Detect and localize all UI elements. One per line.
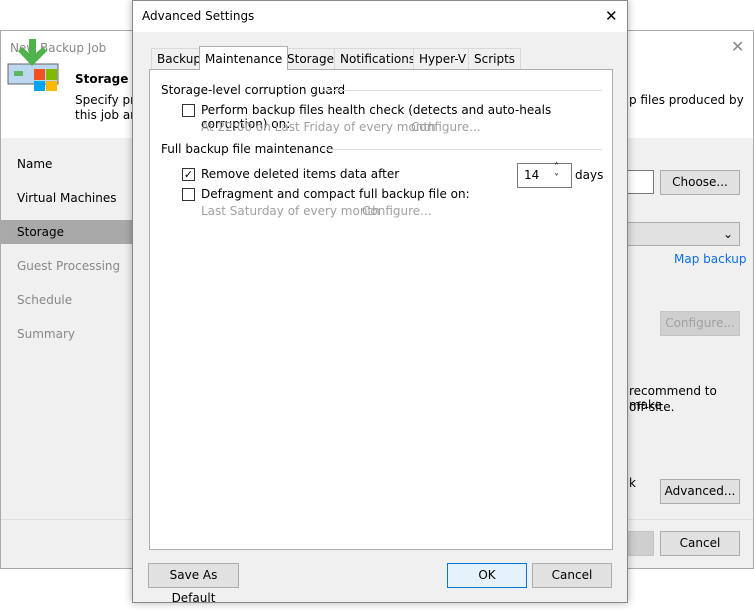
advanced-settings-dialog: Advanced Settings ✕ Backup Maintenance S… (132, 0, 628, 605)
days-label: days (575, 168, 604, 182)
chevron-down-icon[interactable]: ⌄ (621, 222, 740, 246)
chevron-up-icon[interactable]: ˄ (554, 162, 559, 173)
tab-maintenance[interactable]: Maintenance (199, 46, 289, 70)
nav-schedule[interactable]: Schedule (1, 288, 132, 312)
nav-storage[interactable]: Storage (1, 220, 132, 244)
storage-icon (7, 39, 59, 91)
step-description-right: p files produced by (629, 93, 744, 107)
chevron-down-icon[interactable]: ˅ (554, 173, 559, 184)
cancel-button[interactable]: Cancel (660, 531, 740, 556)
save-as-default-button[interactable]: Save As Default (148, 563, 239, 605)
defrag-configure-link[interactable]: Configure... (362, 204, 432, 218)
tab-notifications[interactable]: Notifications (334, 48, 422, 69)
close-icon[interactable]: ✕ (731, 37, 744, 56)
remove-deleted-label[interactable]: Remove deleted items data after (201, 167, 399, 181)
remove-deleted-checkbox[interactable]: ✓ (182, 168, 195, 181)
nav-guest-processing[interactable]: Guest Processing (1, 254, 132, 278)
map-backup-link[interactable]: Map backup (674, 252, 747, 266)
advanced-button[interactable]: Advanced... (660, 479, 740, 504)
defrag-schedule: Last Saturday of every month (201, 204, 380, 218)
tab-scripts[interactable]: Scripts (468, 48, 522, 69)
maintenance-panel: Storage-level corruption guard Perform b… (149, 69, 613, 550)
recommend-text-2: off-site. (629, 400, 675, 414)
health-schedule: At 22:00 on Last Friday of every month (201, 120, 436, 134)
ok-button[interactable]: OK (447, 563, 527, 588)
remove-days-value[interactable]: 14 (524, 168, 539, 182)
health-check-checkbox[interactable] (182, 104, 195, 117)
full-maintenance-heading: Full backup file maintenance (161, 142, 334, 156)
close-icon[interactable]: ✕ (605, 7, 618, 25)
defragment-label[interactable]: Defragment and compact full backup file … (201, 187, 470, 201)
configure-button[interactable]: Configure... (660, 311, 740, 336)
remove-days-stepper[interactable]: 14 ˄ ˅ (517, 162, 572, 188)
health-configure-link[interactable]: Configure... (411, 120, 481, 134)
defragment-checkbox[interactable] (182, 188, 195, 201)
nav-name[interactable]: Name (1, 152, 132, 176)
tab-storage[interactable]: Storage (281, 48, 340, 69)
corruption-guard-heading: Storage-level corruption guard (161, 83, 346, 97)
dialog-title: Advanced Settings (133, 1, 627, 32)
choose-button[interactable]: Choose... (660, 170, 740, 195)
cancel-button[interactable]: Cancel (532, 563, 612, 588)
step-title: Storage (75, 72, 129, 86)
tab-hyper-v[interactable]: Hyper-V (413, 48, 473, 69)
nav-summary[interactable]: Summary (1, 322, 132, 346)
nav-virtual-machines[interactable]: Virtual Machines (1, 186, 132, 210)
partial-text: k (629, 476, 636, 490)
